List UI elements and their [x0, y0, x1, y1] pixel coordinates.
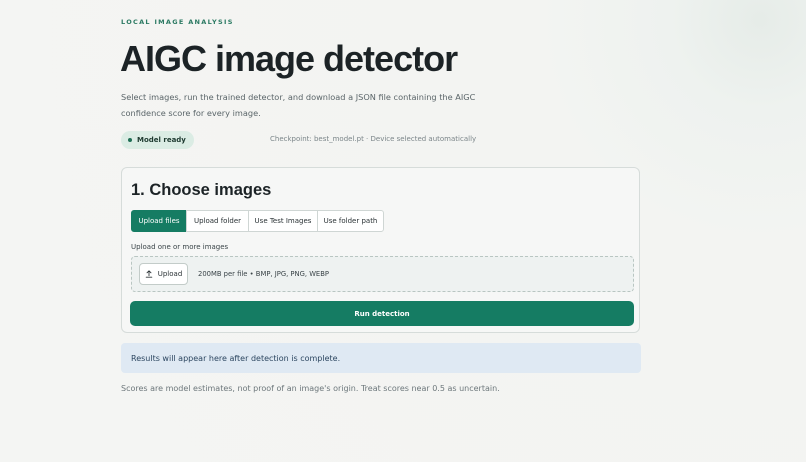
tab-use-test-images[interactable]: Use Test Images	[248, 210, 318, 232]
dropzone-hint: 200MB per file • BMP, JPG, PNG, WEBP	[198, 270, 329, 278]
results-placeholder: Results will appear here after detection…	[121, 343, 641, 373]
upload-button-label: Upload	[157, 270, 183, 278]
choose-images-card: 1. Choose images Upload files Upload fol…	[121, 167, 640, 333]
source-tabs: Upload files Upload folder Use Test Imag…	[131, 210, 384, 232]
model-status-badge: Model ready	[121, 131, 194, 149]
file-dropzone[interactable]: Upload 200MB per file • BMP, JPG, PNG, W…	[131, 256, 634, 292]
title-decoration	[418, 66, 420, 68]
tab-upload-folder[interactable]: Upload folder	[186, 210, 249, 232]
page-title: AIGC image detector	[120, 38, 458, 79]
tab-use-folder-path[interactable]: Use folder path	[317, 210, 384, 232]
card-title: 1. Choose images	[131, 181, 272, 199]
status-badge-label: Model ready	[137, 136, 186, 144]
upload-icon	[145, 270, 152, 278]
checkpoint-info: Checkpoint: best_model.pt · Device selec…	[270, 135, 477, 143]
page-eyebrow: LOCAL IMAGE ANALYSIS	[121, 18, 234, 26]
upload-label: Upload one or more images	[131, 243, 229, 251]
status-dot-icon	[128, 138, 132, 142]
tab-upload-files[interactable]: Upload files	[131, 210, 187, 232]
page-subtitle: Select images, run the trained detector,…	[121, 92, 476, 118]
run-detection-button[interactable]: Run detection	[130, 301, 634, 326]
upload-button[interactable]: Upload	[139, 263, 188, 285]
disclaimer-footnote: Scores are model estimates, not proof of…	[121, 384, 500, 393]
